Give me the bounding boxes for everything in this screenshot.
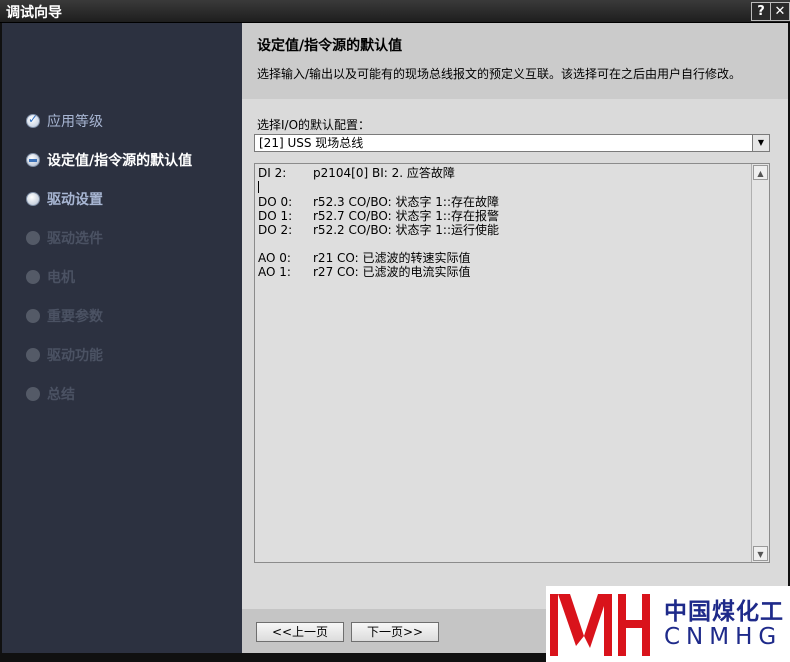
chevron-down-icon[interactable]: ▼	[752, 135, 769, 151]
io-config-dropdown[interactable]: [21] USS 现场总线 ▼	[254, 134, 770, 152]
config-select-label: 选择I/O的默认配置：	[257, 118, 371, 132]
io-key: DI 2:	[258, 166, 287, 180]
step-label: 应用等级	[47, 114, 103, 130]
list-item: DO 2: r52.2 CO/BO: 状态字 1::运行使能	[258, 223, 748, 237]
text-cursor	[258, 181, 259, 193]
io-value: r52.2 CO/BO: 状态字 1::运行使能	[313, 223, 499, 237]
step-important-parameters: 重要参数	[26, 305, 103, 327]
step-drive-functions: 驱动功能	[26, 344, 103, 366]
next-button[interactable]: 下一页>>	[351, 622, 439, 642]
step-bullet-icon	[26, 348, 40, 362]
step-drive-options: 驱动选件	[26, 227, 103, 249]
step-label: 驱动功能	[47, 348, 103, 364]
step-current-icon	[26, 153, 40, 167]
step-label: 电机	[47, 270, 75, 286]
vertical-scrollbar[interactable]: ▲ ▼	[751, 164, 769, 562]
logo-mark-icon	[550, 594, 650, 656]
step-bullet-icon	[26, 270, 40, 284]
io-key: DO 2:	[258, 223, 293, 237]
text-cursor-line	[258, 181, 748, 195]
watermark-logo: 中国煤化工 CNMHG	[546, 586, 790, 662]
list-item: AO 0: r21 CO: 已滤波的转速实际值	[258, 251, 748, 265]
io-text: DI 2: p2104[0] BI: 2. 应答故障 DO 0: r52.3 C…	[258, 166, 748, 279]
page-description: 选择输入/输出以及可能有的现场总线报文的预定义互联。该选择可在之后由用户自行修改…	[257, 67, 742, 81]
io-value: r52.7 CO/BO: 状态字 1::存在报警	[313, 209, 499, 223]
help-button[interactable]: ?	[751, 2, 771, 21]
wizard-steps-sidebar: 应用等级 设定值/指令源的默认值 驱动设置 驱动选件 电机 重要参数 驱动功能	[2, 23, 242, 653]
step-application-class[interactable]: 应用等级	[26, 110, 103, 132]
list-item: DO 0: r52.3 CO/BO: 状态字 1::存在故障	[258, 195, 748, 209]
step-summary: 总结	[26, 383, 75, 405]
io-value: r52.3 CO/BO: 状态字 1::存在故障	[313, 195, 499, 209]
io-key: AO 0:	[258, 251, 291, 265]
page-header: 设定值/指令源的默认值 选择输入/输出以及可能有的现场总线报文的预定义互联。该选…	[242, 23, 788, 99]
step-check-icon	[26, 112, 40, 128]
step-label: 重要参数	[47, 309, 103, 325]
io-key: AO 1:	[258, 265, 291, 279]
previous-button[interactable]: <<上一页	[256, 622, 344, 642]
io-value: p2104[0] BI: 2. 应答故障	[313, 166, 455, 180]
step-label: 驱动选件	[47, 231, 103, 247]
close-button[interactable]: ✕	[770, 2, 790, 21]
io-assignment-list[interactable]: DI 2: p2104[0] BI: 2. 应答故障 DO 0: r52.3 C…	[254, 163, 770, 563]
io-value: r21 CO: 已滤波的转速实际值	[313, 251, 471, 265]
step-drive-settings[interactable]: 驱动设置	[26, 188, 103, 210]
logo-english-text: CNMHG	[664, 624, 783, 650]
title-bar: 调试向导 ? ✕	[0, 0, 790, 23]
step-setpoint-source-defaults[interactable]: 设定值/指令源的默认值	[26, 149, 192, 171]
step-label: 驱动设置	[47, 192, 103, 208]
window-title: 调试向导	[6, 5, 62, 21]
list-item: DO 1: r52.7 CO/BO: 状态字 1::存在报警	[258, 209, 748, 223]
dropdown-value: [21] USS 现场总线	[259, 136, 364, 150]
io-key: DO 1:	[258, 209, 293, 223]
logo-chinese-text: 中国煤化工	[664, 599, 784, 625]
list-item: DI 2: p2104[0] BI: 2. 应答故障	[258, 166, 748, 180]
list-item: AO 1: r27 CO: 已滤波的电流实际值	[258, 265, 748, 279]
step-bullet-icon	[26, 309, 40, 323]
step-bullet-icon	[26, 192, 40, 206]
page-title: 设定值/指令源的默认值	[257, 38, 403, 54]
io-key: DO 0:	[258, 195, 293, 209]
io-value: r27 CO: 已滤波的电流实际值	[313, 265, 471, 279]
main-content: 选择I/O的默认配置： [21] USS 现场总线 ▼ DI 2: p2104[…	[242, 99, 788, 609]
step-bullet-icon	[26, 387, 40, 401]
step-motor: 电机	[26, 266, 75, 288]
scroll-up-icon[interactable]: ▲	[753, 165, 768, 180]
step-bullet-icon	[26, 231, 40, 245]
step-label: 设定值/指令源的默认值	[47, 153, 193, 169]
scroll-down-icon[interactable]: ▼	[753, 546, 768, 561]
wizard-window: 调试向导 ? ✕ 应用等级 设定值/指令源的默认值 驱动设置 驱动选件 电机 重…	[0, 0, 790, 662]
step-label: 总结	[47, 387, 75, 403]
